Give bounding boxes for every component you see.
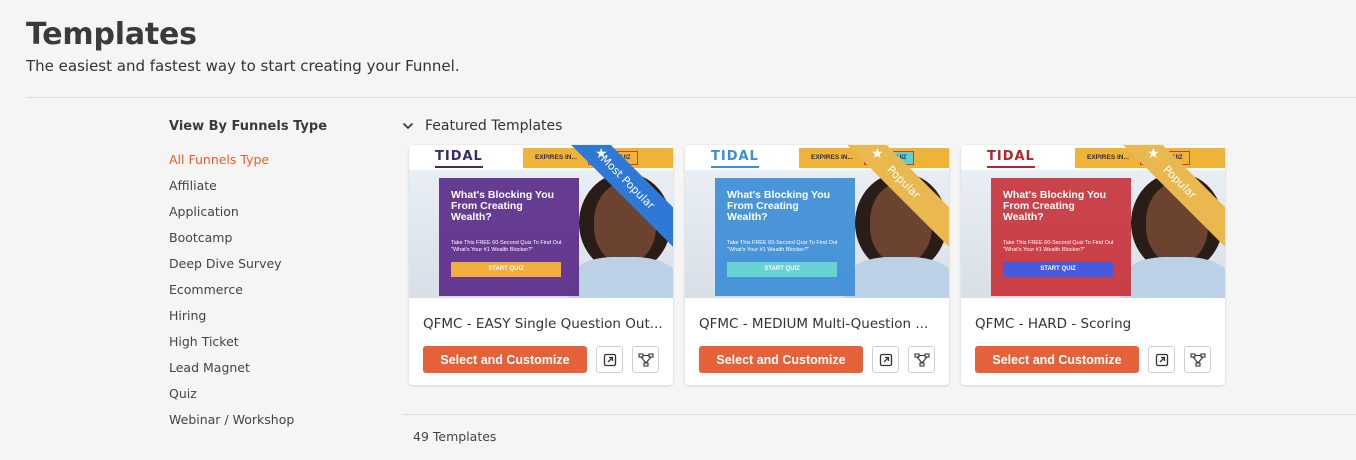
thumbnail-expires-text: EXPIRES IN... xyxy=(811,154,853,161)
card-actions: Select and Customize xyxy=(699,346,935,373)
main-divider xyxy=(403,414,1356,415)
card-actions: Select and Customize xyxy=(975,346,1211,373)
thumbnail-panel: What's Blocking You From Creating Wealth… xyxy=(439,178,579,296)
preview-button[interactable] xyxy=(596,346,623,373)
flow-tree-icon xyxy=(1189,352,1206,367)
thumbnail-panel: What's Blocking You From Creating Wealth… xyxy=(715,178,855,296)
template-title: QFMC - MEDIUM Multi-Question ... xyxy=(699,316,929,332)
external-link-icon xyxy=(879,353,892,366)
flow-tree-icon xyxy=(913,352,930,367)
preview-button[interactable] xyxy=(872,346,899,373)
card-actions: Select and Customize xyxy=(423,346,659,373)
template-card: TIDAL EXPIRES IN... START QUIZ What's Bl… xyxy=(685,145,949,385)
thumbnail-logo: TIDAL xyxy=(987,149,1035,168)
sidebar-item-high-ticket[interactable]: High Ticket xyxy=(169,334,369,360)
template-thumbnail[interactable]: TIDAL EXPIRES IN... START QUIZ What's Bl… xyxy=(685,145,949,298)
thumbnail-headline: What's Blocking You From Creating Wealth… xyxy=(727,189,831,223)
flow-tree-icon xyxy=(637,352,654,367)
header-divider xyxy=(26,97,1356,98)
thumbnail-button: START QUIZ xyxy=(727,262,837,277)
template-title: QFMC - HARD - Scoring xyxy=(975,316,1132,332)
external-link-icon xyxy=(603,353,616,366)
featured-section-toggle[interactable]: Featured Templates xyxy=(403,114,1356,138)
template-thumbnail[interactable]: TIDAL EXPIRES IN... START QUIZ What's Bl… xyxy=(409,145,673,298)
sidebar-item-bootcamp[interactable]: Bootcamp xyxy=(169,230,369,256)
section-title: Featured Templates xyxy=(425,118,563,134)
template-thumbnail[interactable]: TIDAL EXPIRES IN... START QUIZ What's Bl… xyxy=(961,145,1225,298)
template-card: TIDAL EXPIRES IN... START QUIZ What's Bl… xyxy=(961,145,1225,385)
thumbnail-headline: What's Blocking You From Creating Wealth… xyxy=(1003,189,1107,223)
sidebar-item-all-funnels-type[interactable]: All Funnels Type xyxy=(169,152,369,178)
featured-templates-list: TIDAL EXPIRES IN... START QUIZ What's Bl… xyxy=(409,145,1237,385)
select-and-customize-button[interactable]: Select and Customize xyxy=(423,346,587,373)
page-title: Templates xyxy=(26,17,197,52)
chevron-down-icon xyxy=(403,121,413,131)
sidebar-item-affiliate[interactable]: Affiliate xyxy=(169,178,369,204)
page-header: Templates The easiest and fastest way to… xyxy=(26,16,460,75)
funnel-type-sidebar: View By Funnels Type All Funnels Type Af… xyxy=(169,119,369,438)
template-title: QFMC - EASY Single Question Out... xyxy=(423,316,663,332)
thumbnail-logo: TIDAL xyxy=(435,149,483,168)
thumbnail-logo: TIDAL xyxy=(711,149,759,168)
thumbnail-expires-text: EXPIRES IN... xyxy=(1087,154,1129,161)
page-subtitle: The easiest and fastest way to start cre… xyxy=(26,57,460,75)
funnel-flow-button[interactable] xyxy=(908,346,935,373)
sidebar-item-lead-magnet[interactable]: Lead Magnet xyxy=(169,360,369,386)
thumbnail-button: START QUIZ xyxy=(1003,262,1113,277)
sidebar-item-ecommerce[interactable]: Ecommerce xyxy=(169,282,369,308)
sidebar-item-application[interactable]: Application xyxy=(169,204,369,230)
thumbnail-description: Take This FREE 60-Second Quiz To Find Ou… xyxy=(1003,240,1114,253)
sidebar-item-quiz[interactable]: Quiz xyxy=(169,386,369,412)
templates-main: Featured Templates TIDAL EXPIRES IN... S… xyxy=(403,114,1356,444)
thumbnail-description: Take This FREE 60-Second Quiz To Find Ou… xyxy=(727,240,838,253)
thumbnail-button: START QUIZ xyxy=(451,262,561,277)
star-icon: ★ xyxy=(870,145,884,162)
sidebar-item-webinar-workshop[interactable]: Webinar / Workshop xyxy=(169,412,369,438)
funnel-flow-button[interactable] xyxy=(1184,346,1211,373)
thumbnail-expires-text: EXPIRES IN... xyxy=(535,154,577,161)
thumbnail-panel: What's Blocking You From Creating Wealth… xyxy=(991,178,1131,296)
thumbnail-headline: What's Blocking You From Creating Wealth… xyxy=(451,189,555,223)
star-icon: ★ xyxy=(1146,145,1160,162)
star-icon: ★ xyxy=(594,145,608,162)
select-and-customize-button[interactable]: Select and Customize xyxy=(699,346,863,373)
sidebar-heading: View By Funnels Type xyxy=(169,119,328,134)
sidebar-item-hiring[interactable]: Hiring xyxy=(169,308,369,334)
sidebar-item-deep-dive-survey[interactable]: Deep Dive Survey xyxy=(169,256,369,282)
funnel-flow-button[interactable] xyxy=(632,346,659,373)
preview-button[interactable] xyxy=(1148,346,1175,373)
select-and-customize-button[interactable]: Select and Customize xyxy=(975,346,1139,373)
template-card: TIDAL EXPIRES IN... START QUIZ What's Bl… xyxy=(409,145,673,385)
thumbnail-description: Take This FREE 60-Second Quiz To Find Ou… xyxy=(451,240,562,253)
templates-count: 49 Templates xyxy=(413,429,497,444)
external-link-icon xyxy=(1155,353,1168,366)
